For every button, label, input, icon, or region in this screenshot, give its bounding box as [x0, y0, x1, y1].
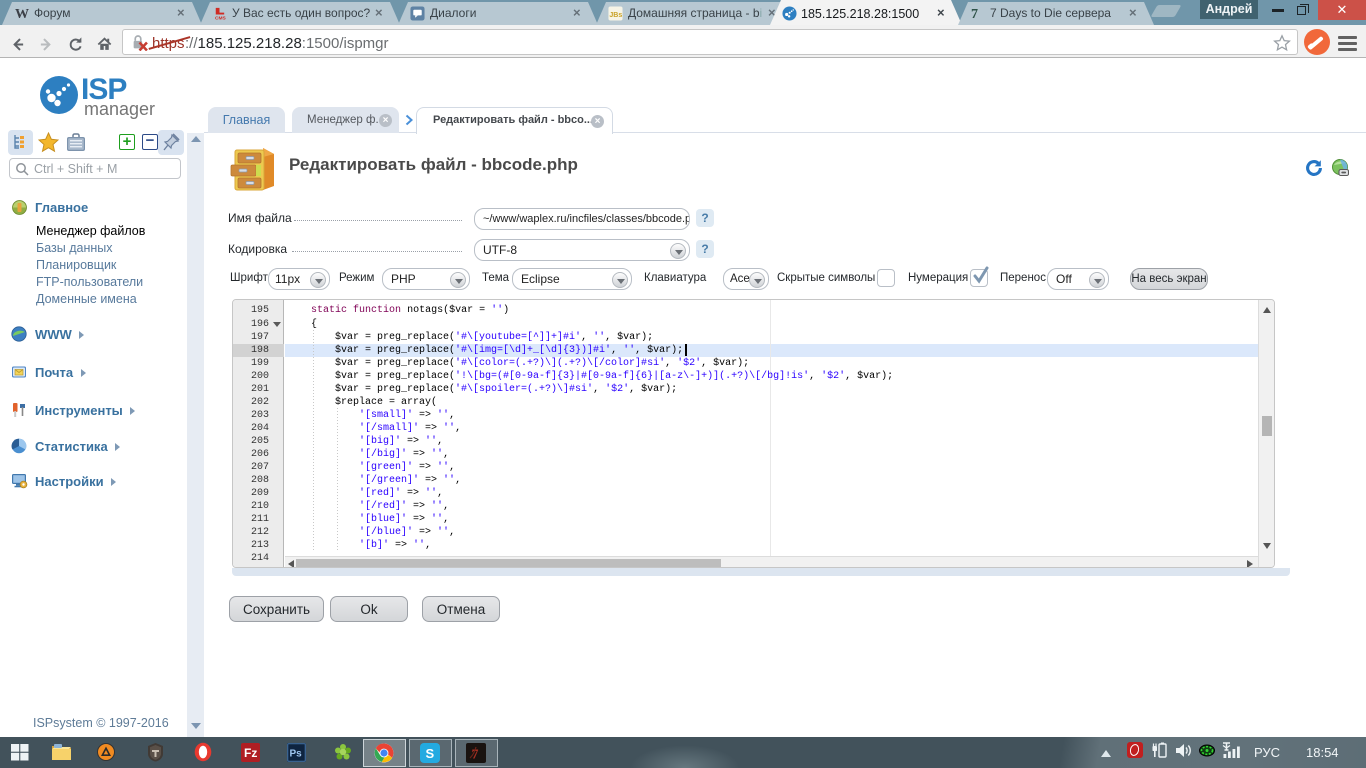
svg-text:Ps: Ps [290, 749, 303, 760]
svg-text:CMS: CMS [215, 16, 227, 21]
svg-text:JBs: JBs [609, 12, 622, 19]
svg-text:7: 7 [971, 6, 978, 21]
svg-text:Fz: Fz [244, 746, 257, 760]
svg-text:W: W [15, 6, 29, 21]
svg-text:S: S [426, 746, 435, 761]
